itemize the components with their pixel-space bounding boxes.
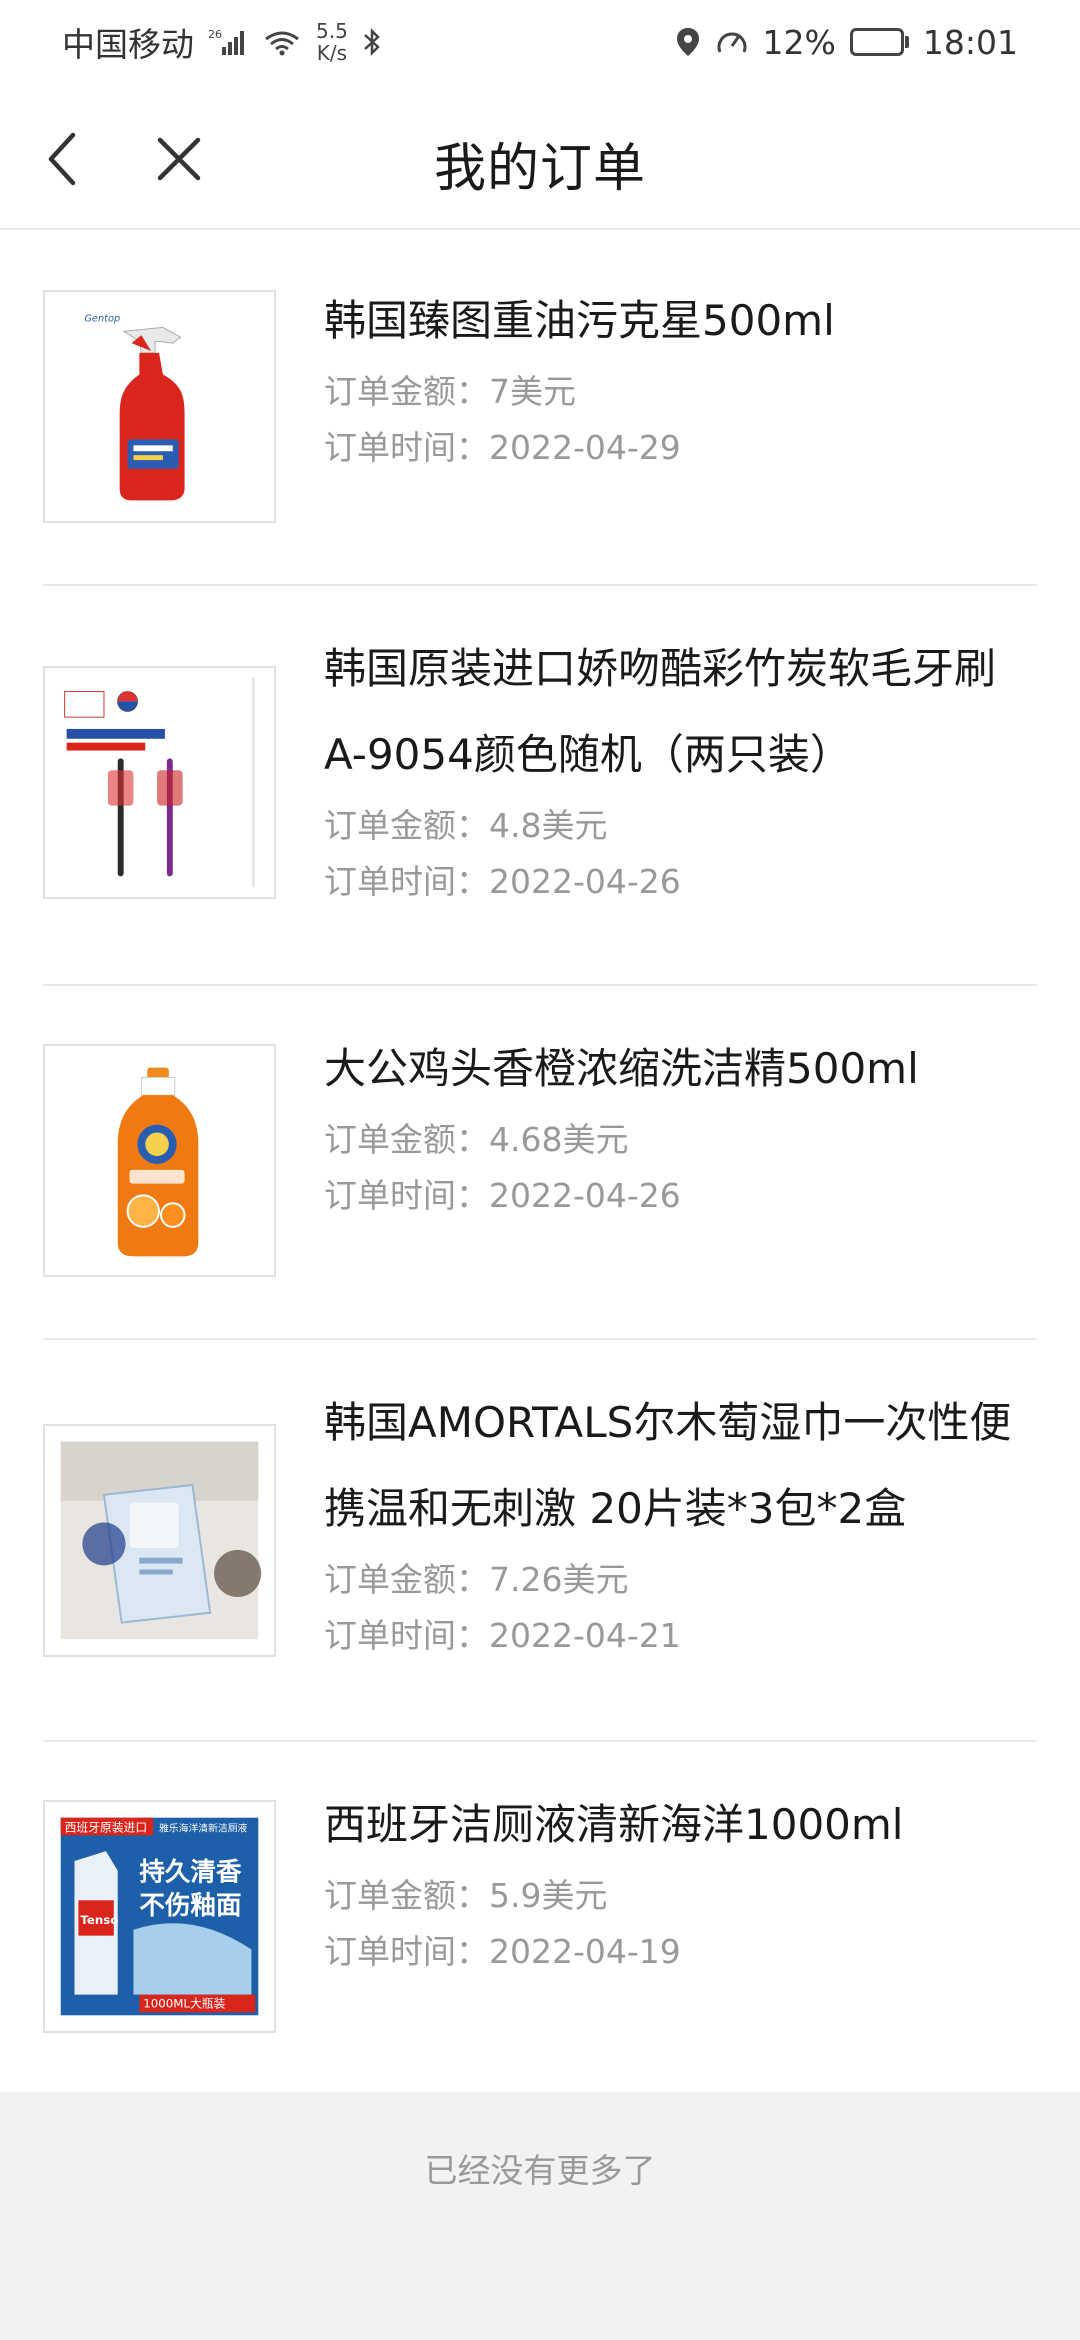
speedometer-icon xyxy=(715,26,749,58)
order-title: 韩国臻图重油污克星500ml xyxy=(324,296,835,345)
product-image[interactable] xyxy=(43,1424,276,1657)
order-title: 韩国原装进口娇吻酷彩竹炭软毛牙刷A-9054颜色随机（两只装） xyxy=(324,644,997,779)
status-right: 12% 18:01 xyxy=(675,23,1018,62)
ad-headline-2: 不伤釉面 xyxy=(139,1891,241,1921)
speed-unit: K/s xyxy=(316,41,348,65)
amount-value: 5.9美元 xyxy=(489,1876,608,1915)
network-speed: 5.5 K/s xyxy=(316,20,348,64)
ad-brand: Tenso xyxy=(80,1913,118,1927)
product-image[interactable]: 西班牙原装进口 雅乐海洋清新洁厕液 Tenso 持久清香 不伤釉面 1000ML… xyxy=(43,1800,276,2033)
time-value: 2022-04-21 xyxy=(489,1616,681,1655)
time-value: 2022-04-19 xyxy=(489,1932,681,1971)
amount-value: 7.26美元 xyxy=(489,1560,629,1599)
toilet-cleaner-image: 西班牙原装进口 雅乐海洋清新洁厕液 Tenso 持久清香 不伤釉面 1000ML… xyxy=(45,1802,274,2031)
time-label: 订单时间： xyxy=(324,1176,489,1215)
amount-label: 订单金额： xyxy=(324,1120,489,1159)
order-time: 订单时间：2022-04-26 xyxy=(324,1168,1027,1224)
order-time: 订单时间：2022-04-19 xyxy=(324,1924,1027,1980)
amount-label: 订单金额： xyxy=(324,372,489,411)
spray-bottle-image: Gentop xyxy=(45,292,274,521)
toothbrush-pack-image xyxy=(45,668,274,897)
ad-size-tag: 1000ML大瓶装 xyxy=(143,1996,225,2010)
product-image[interactable] xyxy=(43,1044,276,1277)
amount-label: 订单金额： xyxy=(324,1876,489,1915)
wifi-icon xyxy=(262,27,302,57)
order-info: 西班牙洁厕液清新海洋1000ml 订单金额：5.9美元 订单时间：2022-04… xyxy=(324,1782,1027,1980)
product-image[interactable] xyxy=(43,666,276,899)
ad-banner-left: 西班牙原装进口 xyxy=(65,1820,147,1834)
time-label: 订单时间： xyxy=(324,428,489,467)
list-footer: 已经没有更多了 xyxy=(0,2092,1080,2340)
time-label: 订单时间： xyxy=(324,862,489,901)
amount-value: 4.68美元 xyxy=(489,1120,629,1159)
status-bar: 中国移动 26 5.5 K/s 12% 18:01 xyxy=(0,0,1080,84)
amount-value: 4.8美元 xyxy=(489,806,608,845)
bluetooth-icon xyxy=(362,26,382,58)
carrier-name: 中国移动 xyxy=(62,25,194,64)
order-item[interactable]: Gentop 韩国臻图重油污克星500ml 订单金额：7美元 订单时间：2022… xyxy=(43,230,1037,586)
nav-header: 我的订单 xyxy=(0,84,1080,230)
order-time: 订单时间：2022-04-29 xyxy=(324,420,1027,476)
order-title: 西班牙洁厕液清新海洋1000ml xyxy=(324,1800,904,1849)
amount-value: 7美元 xyxy=(489,372,576,411)
time-value: 2022-04-26 xyxy=(489,1176,681,1215)
svg-text:Gentop: Gentop xyxy=(84,313,120,324)
page-title: 我的订单 xyxy=(433,139,646,199)
time-value: 2022-04-26 xyxy=(489,862,681,901)
order-time: 订单时间：2022-04-21 xyxy=(324,1608,1027,1664)
order-info: 韩国AMORTALS尔木萄湿巾一次性便携温和无刺激 20片装*3包*2盒 订单金… xyxy=(324,1380,1027,1664)
speed-value: 5.5 xyxy=(316,19,348,43)
product-image[interactable]: Gentop xyxy=(43,290,276,523)
order-info: 大公鸡头香橙浓缩洗洁精500ml 订单金额：4.68美元 订单时间：2022-0… xyxy=(324,1026,1027,1224)
battery-percent: 12% xyxy=(762,22,836,62)
time-label: 订单时间： xyxy=(324,1932,489,1971)
time-value: 2022-04-29 xyxy=(489,428,681,467)
time-label: 订单时间： xyxy=(324,1616,489,1655)
order-title: 大公鸡头香橙浓缩洗洁精500ml xyxy=(324,1044,919,1093)
clock-time: 18:01 xyxy=(922,22,1018,62)
signal-icon: 26 xyxy=(208,27,248,57)
order-amount: 订单金额：7.26美元 xyxy=(324,1552,1027,1608)
status-left: 中国移动 26 5.5 K/s xyxy=(62,18,382,66)
wet-wipes-image xyxy=(45,1426,274,1655)
order-amount: 订单金额：7美元 xyxy=(324,364,1027,420)
order-item[interactable]: 大公鸡头香橙浓缩洗洁精500ml 订单金额：4.68美元 订单时间：2022-0… xyxy=(43,986,1037,1340)
order-amount: 订单金额：4.68美元 xyxy=(324,1112,1027,1168)
order-amount: 订单金额：5.9美元 xyxy=(324,1868,1027,1924)
order-time: 订单时间：2022-04-26 xyxy=(324,854,1027,910)
order-amount: 订单金额：4.8美元 xyxy=(324,798,1027,854)
amount-label: 订单金额： xyxy=(324,806,489,845)
order-title: 韩国AMORTALS尔木萄湿巾一次性便携温和无刺激 20片装*3包*2盒 xyxy=(324,1398,1012,1533)
network-type: 26 xyxy=(208,28,222,41)
order-item[interactable]: 韩国AMORTALS尔木萄湿巾一次性便携温和无刺激 20片装*3包*2盒 订单金… xyxy=(43,1340,1037,1742)
order-info: 韩国臻图重油污克星500ml 订单金额：7美元 订单时间：2022-04-29 xyxy=(324,278,1027,476)
no-more-text: 已经没有更多了 xyxy=(424,2151,656,2190)
battery-icon xyxy=(849,28,909,56)
order-item[interactable]: 韩国原装进口娇吻酷彩竹炭软毛牙刷A-9054颜色随机（两只装） 订单金额：4.8… xyxy=(43,586,1037,986)
ad-banner-right: 雅乐海洋清新洁厕液 xyxy=(159,1821,248,1834)
order-item[interactable]: 西班牙原装进口 雅乐海洋清新洁厕液 Tenso 持久清香 不伤釉面 1000ML… xyxy=(43,1742,1037,2092)
detergent-bottle-image xyxy=(45,1046,274,1275)
ad-headline-1: 持久清香 xyxy=(139,1858,242,1888)
amount-label: 订单金额： xyxy=(324,1560,489,1599)
order-info: 韩国原装进口娇吻酷彩竹炭软毛牙刷A-9054颜色随机（两只装） 订单金额：4.8… xyxy=(324,626,1027,910)
location-icon xyxy=(675,26,701,58)
